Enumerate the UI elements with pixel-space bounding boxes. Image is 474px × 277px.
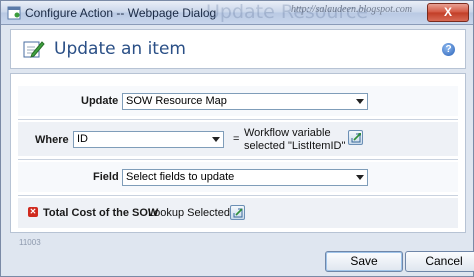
dialog-title: Update an item — [54, 39, 186, 59]
update-label: Update — [81, 95, 119, 107]
title-bar: Configure Action -- Webpage Dialog Updat… — [1, 1, 473, 25]
field-select[interactable]: Select fields to update — [122, 169, 368, 186]
divider — [18, 159, 458, 160]
save-button[interactable]: Save — [325, 251, 403, 272]
selected-field-row: ✕ Total Cost of the SOW Lookup Selected — [18, 198, 458, 228]
lookup-picker-icon[interactable] — [230, 205, 245, 220]
equals-sign: = — [233, 133, 240, 145]
update-list-select[interactable]: SOW Resource Map — [122, 93, 368, 110]
form-area: Update SOW Resource Map Where ID = Workf… — [10, 73, 466, 233]
dialog-window: Configure Action -- Webpage Dialog Updat… — [0, 0, 474, 277]
field-select-value: Select fields to update — [126, 171, 235, 183]
workflow-variable-line1: Workflow variable — [244, 127, 331, 139]
chevron-down-icon — [356, 175, 364, 180]
divider — [18, 195, 458, 196]
field-row: Field Select fields to update — [18, 162, 458, 192]
edit-item-icon — [23, 41, 45, 58]
field-label: Field — [93, 171, 119, 183]
close-button[interactable]: X — [427, 3, 469, 22]
update-row: Update SOW Resource Map — [18, 86, 458, 116]
where-field-select[interactable]: ID — [73, 131, 224, 148]
update-list-value: SOW Resource Map — [126, 95, 227, 107]
window-title: Configure Action -- Webpage Dialog — [25, 6, 217, 20]
cancel-button[interactable]: Cancel — [405, 251, 474, 272]
selected-field-value: Lookup Selected — [148, 207, 230, 219]
where-field-value: ID — [77, 133, 88, 145]
chevron-down-icon — [212, 137, 220, 142]
selected-field-name: Total Cost of the SOW — [43, 207, 159, 219]
chevron-down-icon — [356, 99, 364, 104]
where-row: Where ID = Workflow variable selected "L… — [18, 122, 458, 156]
footer-id-text: 11003 — [19, 238, 41, 247]
help-icon[interactable]: ? — [442, 43, 455, 56]
browser-page-icon — [7, 6, 21, 20]
watermark-url: http://salaudeen.blogspot.com — [291, 4, 413, 15]
remove-field-icon[interactable]: ✕ — [28, 207, 38, 217]
workflow-variable-line2: selected "ListItemID" — [244, 140, 346, 152]
lookup-picker-icon[interactable] — [348, 130, 363, 145]
divider — [18, 119, 458, 120]
where-label: Where — [35, 134, 69, 146]
dialog-header: Update an item ? — [10, 29, 466, 69]
